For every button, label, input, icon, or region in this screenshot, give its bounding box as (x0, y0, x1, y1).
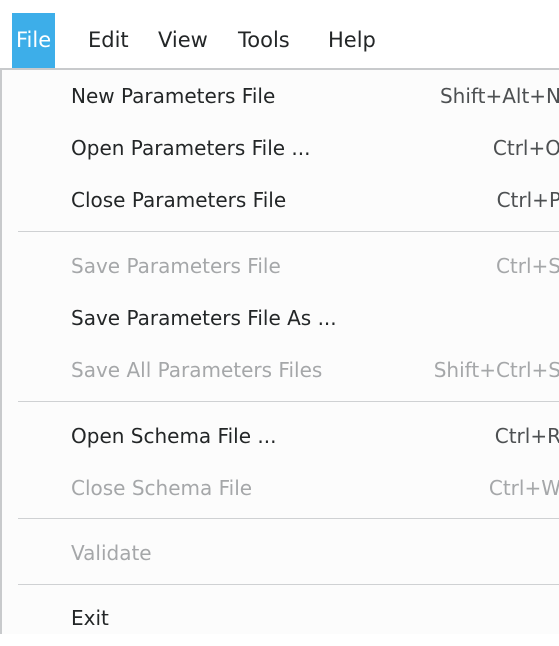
menu-item-label: Open Parameters File ... (71, 136, 311, 160)
menu-item-label: Save All Parameters Files (71, 358, 323, 382)
menu-item-label: Exit (71, 606, 109, 630)
menu-separator (18, 231, 559, 232)
menu-item-label: Save Parameters File As ... (71, 306, 337, 330)
menu-item-validate: Validate (2, 525, 559, 581)
menu-item-open-parameters-file[interactable]: Open Parameters File ... Ctrl+O (2, 120, 559, 176)
menu-item-close-parameters-file[interactable]: Close Parameters File Ctrl+P (2, 172, 559, 228)
menu-edit[interactable]: Edit (84, 13, 133, 68)
menu-separator (18, 401, 559, 402)
menu-file[interactable]: File (12, 13, 56, 68)
menu-item-open-schema-file[interactable]: Open Schema File ... Ctrl+R (2, 408, 559, 464)
menu-item-label: New Parameters File (71, 84, 276, 108)
menu-bar: File Edit View Tools Help (0, 0, 559, 68)
menu-item-label: Save Parameters File (71, 254, 281, 278)
menu-item-shortcut: Ctrl+P (496, 188, 559, 212)
menu-item-new-parameters-file[interactable]: New Parameters File Shift+Alt+N (2, 68, 559, 124)
menu-tools[interactable]: Tools (234, 13, 294, 68)
menu-separator (18, 518, 559, 519)
menu-item-save-parameters-file: Save Parameters File Ctrl+S (2, 238, 559, 294)
menu-view[interactable]: View (154, 13, 212, 68)
menu-item-save-parameters-file-as[interactable]: Save Parameters File As ... (2, 290, 559, 346)
menu-item-label: Open Schema File ... (71, 424, 277, 448)
menu-item-shortcut: Ctrl+R (494, 424, 559, 448)
menu-help[interactable]: Help (324, 13, 380, 68)
menu-item-shortcut: Ctrl+S (495, 254, 559, 278)
menu-item-shortcut: Shift+Alt+N (439, 84, 559, 108)
menu-item-label: Close Schema File (71, 476, 253, 500)
menu-item-shortcut: Ctrl+O (492, 136, 559, 160)
menu-item-shortcut: Shift+Ctrl+S (433, 358, 559, 382)
menu-item-close-schema-file: Close Schema File Ctrl+W (2, 460, 559, 516)
menu-item-exit[interactable]: Exit (2, 590, 559, 646)
menu-item-shortcut: Ctrl+W (488, 476, 559, 500)
file-dropdown-menu: New Parameters File Shift+Alt+N Open Par… (0, 68, 559, 634)
menu-separator (18, 584, 559, 585)
menu-item-save-all-parameters-files: Save All Parameters Files Shift+Ctrl+S (2, 342, 559, 398)
menu-item-label: Close Parameters File (71, 188, 287, 212)
menu-item-label: Validate (71, 541, 152, 565)
